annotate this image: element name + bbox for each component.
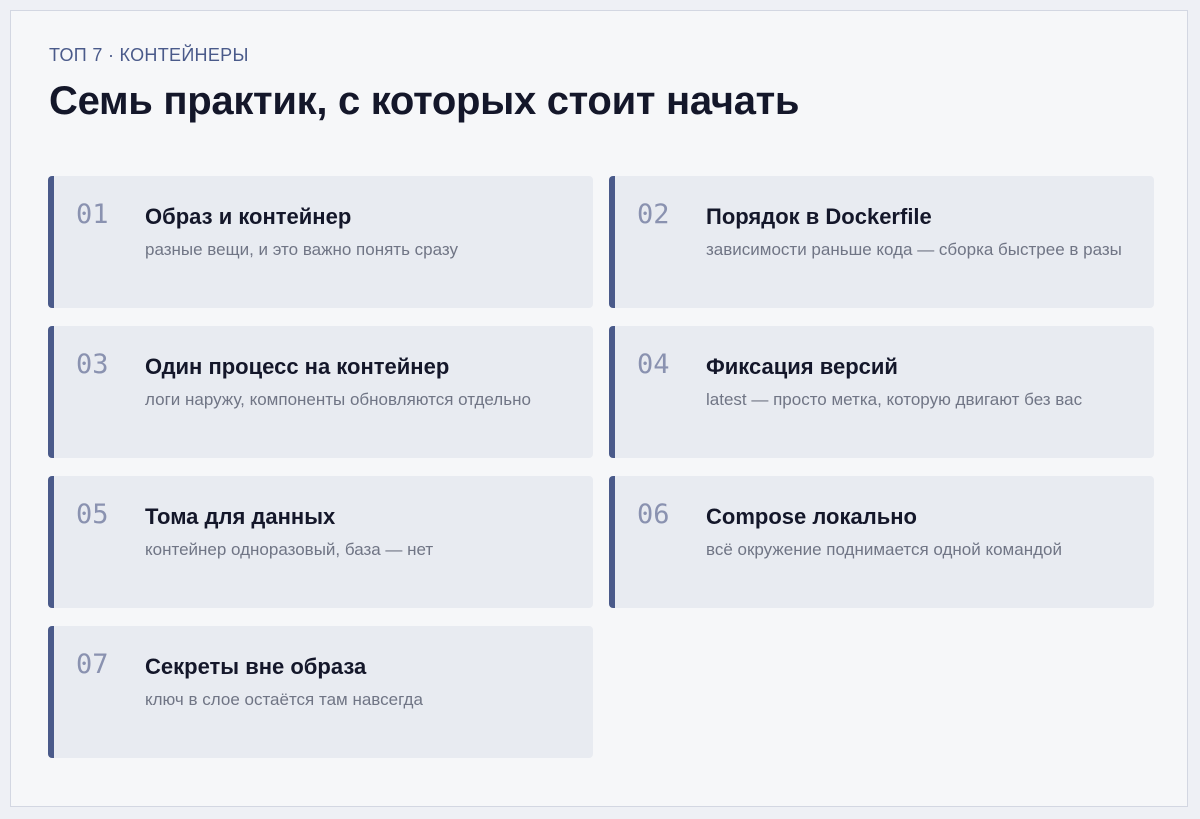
practice-title: Тома для данных: [145, 504, 336, 529]
practice-number: 02: [637, 199, 670, 230]
practice-card-04: 04 Фиксация версий latest — просто метка…: [609, 326, 1154, 458]
practice-title: Фиксация версий: [706, 354, 898, 379]
practice-card-03: 03 Один процесс на контейнер логи наружу…: [48, 326, 593, 458]
practice-description: ключ в слое остаётся там навсегда: [145, 690, 423, 709]
practice-card-02: 02 Порядок в Dockerfile зависимости рань…: [609, 176, 1154, 308]
practice-title: Образ и контейнер: [145, 204, 352, 229]
practices-grid: 01 Образ и контейнер разные вещи, и это …: [48, 176, 1154, 758]
practice-description: всё окружение поднимается одной командой: [706, 540, 1062, 559]
practice-number: 01: [76, 199, 109, 230]
practice-description: зависимости раньше кода — сборка быстрее…: [706, 240, 1122, 259]
kicker-label: ТОП 7 · КОНТЕЙНЕРЫ: [49, 45, 249, 65]
page-frame: ТОП 7 · КОНТЕЙНЕРЫ Семь практик, с котор…: [10, 10, 1188, 807]
practice-number: 05: [76, 499, 109, 530]
practice-description: логи наружу, компоненты обновляются отде…: [145, 390, 531, 409]
practice-number: 07: [76, 649, 109, 680]
practice-number: 04: [637, 349, 670, 380]
practice-title: Compose локально: [706, 504, 917, 529]
practice-description: контейнер одноразовый, база — нет: [145, 540, 434, 559]
practice-card-07: 07 Секреты вне образа ключ в слое остаёт…: [48, 626, 593, 758]
practice-number: 06: [637, 499, 670, 530]
practice-card-01: 01 Образ и контейнер разные вещи, и это …: [48, 176, 593, 308]
practice-title: Секреты вне образа: [145, 654, 367, 679]
practice-description: latest — просто метка, которую двигают б…: [706, 390, 1083, 409]
practice-card-06: 06 Compose локально всё окружение подним…: [609, 476, 1154, 608]
practice-title: Один процесс на контейнер: [145, 354, 450, 379]
practice-number: 03: [76, 349, 109, 380]
practice-description: разные вещи, и это важно понять сразу: [145, 240, 458, 259]
practice-title: Порядок в Dockerfile: [706, 204, 932, 229]
practice-card-05: 05 Тома для данных контейнер одноразовый…: [48, 476, 593, 608]
page-title: Семь практик, с которых стоит начать: [49, 79, 800, 123]
